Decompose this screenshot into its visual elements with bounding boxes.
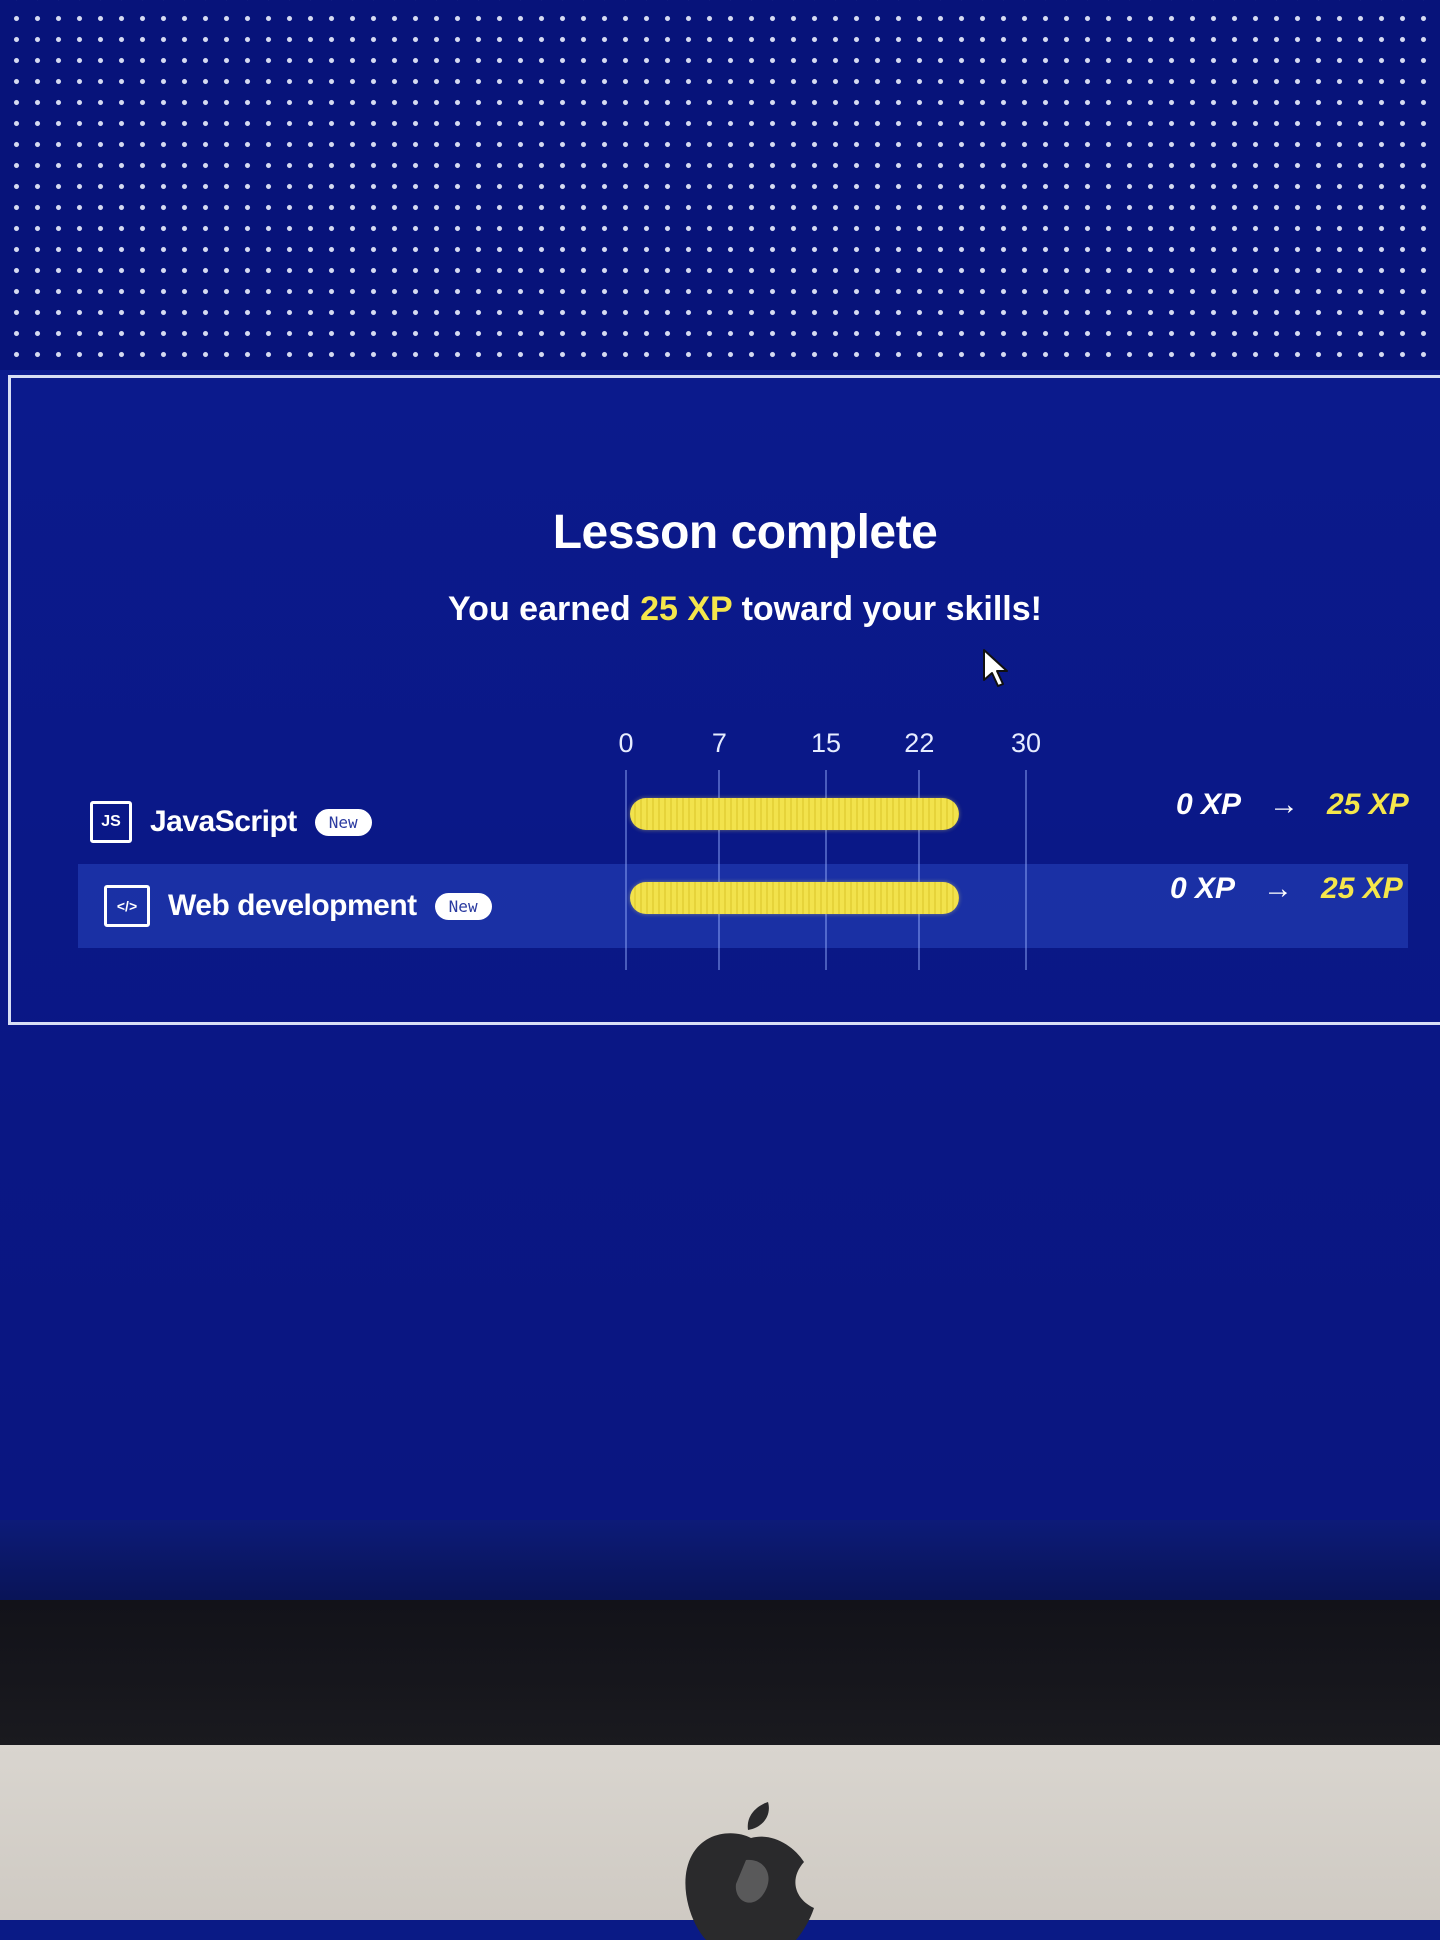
mouse-cursor-icon: [983, 649, 1008, 687]
skill-row-web-development-content: </> Web development New: [104, 864, 704, 948]
tick-label: 22: [904, 728, 935, 758]
subtitle-xp: 25 XP: [640, 590, 733, 628]
monitor-bezel: [0, 1600, 1440, 1750]
tick-label: 15: [810, 728, 842, 758]
new-badge: New: [314, 808, 372, 836]
xp-bar: [630, 882, 960, 914]
lesson-title: Lesson complete: [552, 506, 938, 559]
skill-row-javascript: JS JavaScript New: [90, 780, 690, 864]
apple-logo-icon: [685, 1802, 814, 1940]
skill-name: JavaScript: [150, 805, 297, 838]
js-icon: JS: [90, 801, 132, 843]
dotted-background: [0, 0, 1440, 370]
xp-to: 25 XP: [1321, 872, 1403, 905]
subtitle-prefix: You earned: [448, 590, 641, 628]
xp-bar: [630, 798, 960, 830]
gridline: [1025, 770, 1027, 970]
tick-label: 30: [1010, 728, 1042, 758]
xp-change-web-development: 0 XP → 25 XP: [1170, 872, 1403, 906]
new-badge: New: [434, 892, 492, 920]
arrow-right-icon: →: [1269, 788, 1300, 821]
xp-from: 0 XP: [1176, 788, 1242, 821]
tick-label: 7: [711, 728, 727, 758]
subtitle-suffix: toward your skills!: [732, 590, 1042, 628]
xp-progress-chart: 0 7 15 22 30: [618, 728, 1041, 970]
xp-to: 25 XP: [1327, 788, 1409, 821]
xp-from: 0 XP: [1170, 872, 1236, 905]
xp-earned-message: You earned 25 XP toward your skills!: [0, 590, 1440, 629]
gridline: [625, 770, 627, 970]
code-window-icon: </>: [104, 885, 150, 927]
tick-label: 0: [618, 728, 634, 758]
xp-change-javascript: 0 XP → 25 XP: [1176, 788, 1409, 822]
arrow-right-icon: →: [1263, 872, 1294, 905]
skill-name: Web development: [168, 889, 417, 922]
